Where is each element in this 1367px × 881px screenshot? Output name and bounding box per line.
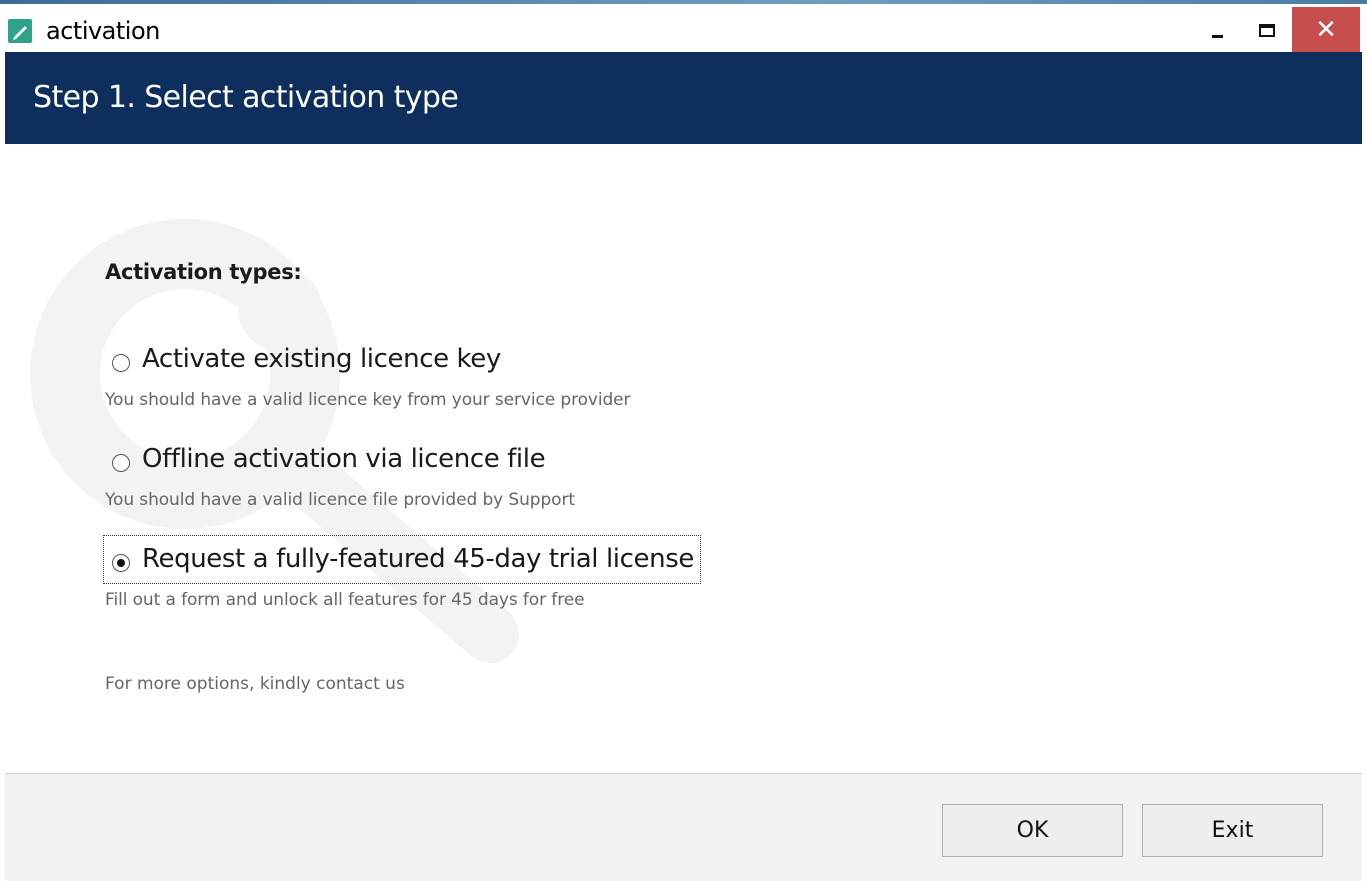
- title-bar[interactable]: activation ✕: [0, 4, 1367, 52]
- ok-button[interactable]: OK: [942, 804, 1123, 857]
- page-title: Step 1. Select activation type: [33, 80, 459, 115]
- step-header: Step 1. Select activation type: [5, 52, 1362, 144]
- radio-existing-key[interactable]: [112, 354, 130, 372]
- maximize-icon: [1259, 23, 1275, 37]
- activation-types-heading: Activation types:: [105, 260, 302, 284]
- window-title: activation: [46, 17, 160, 45]
- content-area: Activation types: Activate existing lice…: [5, 144, 1362, 773]
- close-icon: ✕: [1315, 14, 1337, 45]
- dialog-footer: OK Exit: [5, 773, 1362, 881]
- option-description: You should have a valid licence file pro…: [105, 490, 575, 510]
- option-description: You should have a valid licence key from…: [105, 390, 631, 410]
- maximize-button[interactable]: [1245, 8, 1289, 52]
- option-label[interactable]: Offline activation via licence file: [142, 444, 546, 474]
- close-button[interactable]: ✕: [1292, 7, 1360, 52]
- window-right-edge: [1362, 52, 1367, 881]
- radio-trial-license[interactable]: [112, 554, 130, 572]
- radio-offline-file[interactable]: [112, 454, 130, 472]
- minimize-icon: [1211, 34, 1223, 38]
- option-label[interactable]: Request a fully-featured 45-day trial li…: [142, 544, 694, 574]
- option-description: Fill out a form and unlock all features …: [105, 590, 585, 610]
- contact-text: For more options, kindly contact us: [105, 674, 405, 694]
- app-pencil-icon: [8, 19, 32, 43]
- exit-button[interactable]: Exit: [1142, 804, 1323, 857]
- activation-window: activation ✕ Step 1. Select activation t…: [0, 0, 1367, 881]
- option-label[interactable]: Activate existing licence key: [142, 344, 501, 374]
- minimize-button[interactable]: [1197, 8, 1237, 52]
